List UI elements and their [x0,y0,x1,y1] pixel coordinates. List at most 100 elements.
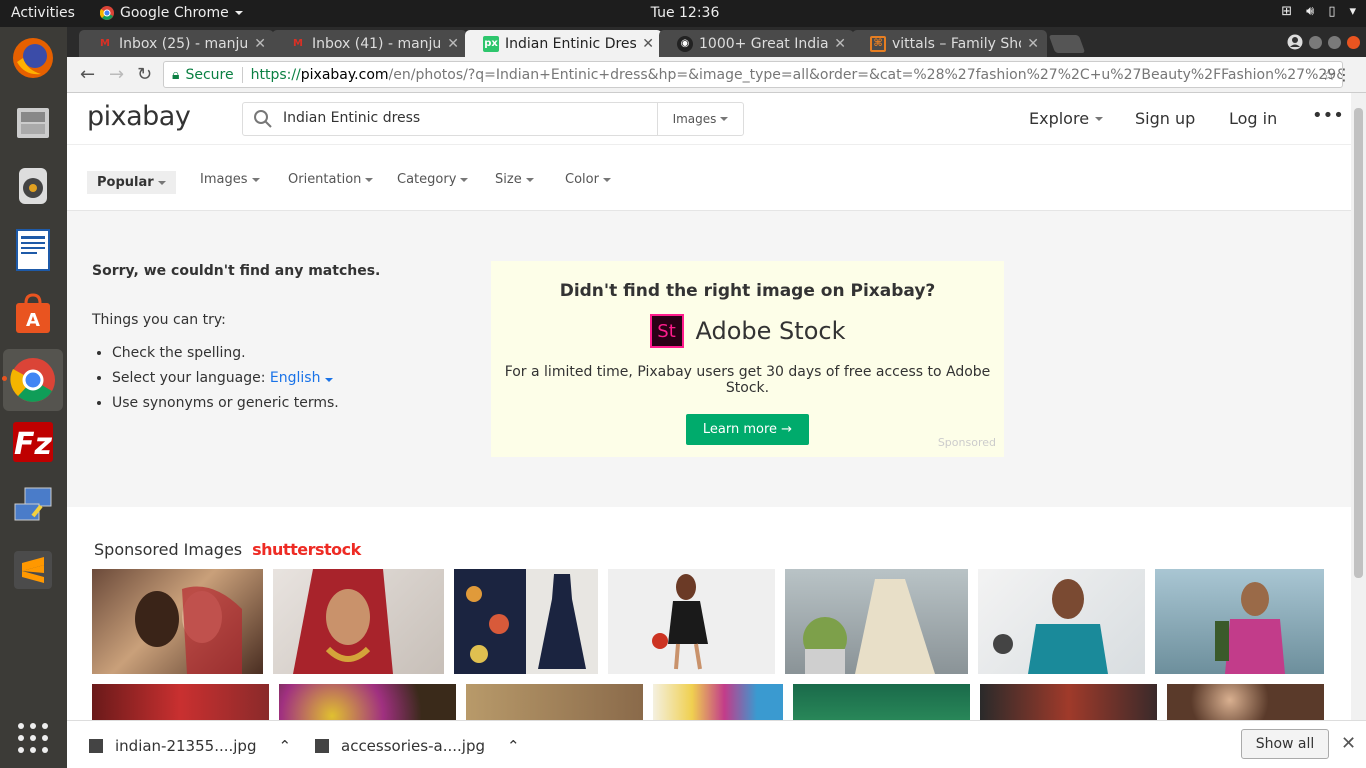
close-icon[interactable]: ✕ [447,36,459,52]
sponsored-image[interactable] [793,684,970,720]
minimize-button[interactable] [1309,35,1322,49]
firefox-launcher[interactable] [8,33,58,83]
signup-link[interactable]: Sign up [1135,109,1195,128]
search-input[interactable]: Indian Entinic dress [283,110,420,126]
camera-icon: ◉ [677,35,693,52]
back-button[interactable]: ← [80,64,95,85]
learn-more-button[interactable]: Learn more → [685,414,810,445]
app-menu[interactable]: Google Chrome [100,5,243,21]
filter-images[interactable]: Images [200,172,260,187]
ad-brand-name: Adobe Stock [695,317,846,345]
gmail-icon: M [293,38,303,49]
suggestions-heading: Things you can try: [92,312,226,328]
filezilla-icon: Fz [13,422,53,462]
sponsored-image[interactable] [92,684,269,720]
explore-menu[interactable]: Explore [1029,109,1104,128]
file-icon [89,739,103,753]
filter-popular[interactable]: Popular [87,171,176,194]
sponsored-image[interactable] [978,569,1145,674]
sponsored-image[interactable] [1155,569,1324,674]
address-bar[interactable]: 🔒︎ Secure https:// pixabay.com /en/photo… [163,61,1343,88]
pixabay-logo[interactable]: pixabay [87,101,191,132]
filter-color[interactable]: Color [565,172,611,187]
download-item[interactable]: accessories-a....jpg ⌃ [315,737,520,755]
close-icon[interactable]: ✕ [642,36,654,52]
filezilla-launcher[interactable]: Fz [8,417,58,467]
sublime-launcher[interactable] [8,545,58,595]
page-scrollbar[interactable] [1351,93,1366,720]
tab-strip: M Inbox (25) - manju@ ✕ M Inbox (41) - m… [67,27,1366,57]
shutterstock-logo[interactable]: shutterstock [252,540,361,559]
show-all-downloads-button[interactable]: Show all [1241,729,1329,759]
speaker-icon [19,168,47,204]
language-link[interactable]: English [270,370,333,386]
activities-button[interactable]: Activities [11,5,75,21]
maximize-button[interactable] [1328,35,1341,49]
filter-orientation[interactable]: Orientation [288,172,374,187]
search-bar[interactable]: Indian Entinic dress Images [242,102,744,136]
remote-desktop-launcher[interactable] [8,481,58,531]
sponsored-image[interactable] [785,569,968,674]
sponsored-image[interactable] [92,569,263,674]
tab-pixabay[interactable]: px Indian Entinic Dress ✕ [465,30,662,57]
tab-gmail-1[interactable]: M Inbox (25) - manju@ ✕ [79,30,274,57]
chrome-launcher[interactable] [3,349,63,411]
sponsored-image[interactable] [1167,684,1324,720]
chevron-up-icon[interactable]: ⌃ [278,737,291,755]
sponsored-image[interactable] [608,569,775,674]
forward-button[interactable]: → [109,64,124,85]
bride-photo-icon [293,569,393,674]
sponsored-image[interactable] [454,569,598,674]
chrome-icon [100,6,114,20]
tab-gmail-2[interactable]: M Inbox (41) - manju2 ✕ [272,30,467,57]
reload-button[interactable]: ↻ [137,64,152,85]
sponsored-image[interactable] [273,569,444,674]
sponsored-image[interactable] [980,684,1157,720]
login-link[interactable]: Log in [1229,109,1277,128]
file-icon [315,739,329,753]
lehenga-photo-icon [803,579,935,674]
search-icon[interactable] [253,109,273,129]
lock-icon: 🔒︎ [172,66,180,83]
close-window-button[interactable] [1347,35,1360,49]
browser-menu-icon[interactable]: ⋮ [1336,65,1352,84]
system-top-bar: Activities Google Chrome Tue 12:36 ⊞ 🔊︎ … [0,0,1366,27]
show-applications-button[interactable] [8,713,58,763]
search-type-dropdown[interactable]: Images [657,103,743,135]
ad-heading: Didn't find the right image on Pixabay? [559,281,936,301]
files-launcher[interactable] [8,97,58,147]
filter-category[interactable]: Category [397,172,469,187]
scrollbar-thumb[interactable] [1354,108,1363,578]
system-tray[interactable]: ⊞ 🔊︎ ▯ ▾ [1281,4,1356,19]
close-icon[interactable]: ✕ [1341,733,1356,754]
document-icon [16,229,50,271]
more-menu-icon[interactable]: ••• [1312,105,1344,126]
secure-label: Secure [185,66,243,83]
new-tab-button[interactable] [1048,35,1086,53]
sponsored-image[interactable] [279,684,456,720]
download-item[interactable]: indian-21355....jpg ⌃ [89,737,291,755]
sponsored-image[interactable] [653,684,783,720]
close-icon[interactable]: ✕ [834,36,846,52]
clock[interactable]: Tue 12:36 [640,5,730,21]
bookmark-star-icon[interactable]: ☆ [1322,65,1336,84]
rhythmbox-launcher[interactable] [8,161,58,211]
adobe-stock-ad: Didn't find the right image on Pixabay? … [491,261,1004,457]
profile-icon[interactable] [1287,34,1303,50]
network-computer-icon [14,487,52,521]
software-center-launcher[interactable]: A [8,289,58,339]
search-type-label: Images [672,112,717,126]
sponsored-image[interactable] [466,684,643,720]
filter-size[interactable]: Size [495,172,534,187]
writer-launcher[interactable] [8,225,58,275]
tab-vittals[interactable]: ⌘ vittals – Family Shop ✕ [852,30,1047,57]
chevron-up-icon[interactable]: ⌃ [507,737,520,755]
tab-great-india[interactable]: ◉ 1000+ Great India M ✕ [659,30,854,57]
close-icon[interactable]: ✕ [254,36,266,52]
shop-icon: ⌘ [870,35,886,52]
close-icon[interactable]: ✕ [1027,36,1039,52]
svg-text:Fz: Fz [14,427,52,462]
network-icon: ⊞ [1281,4,1293,19]
suggestions-list: Check the spelling. Select your language… [112,341,380,416]
url-scheme: https:// [250,66,301,83]
